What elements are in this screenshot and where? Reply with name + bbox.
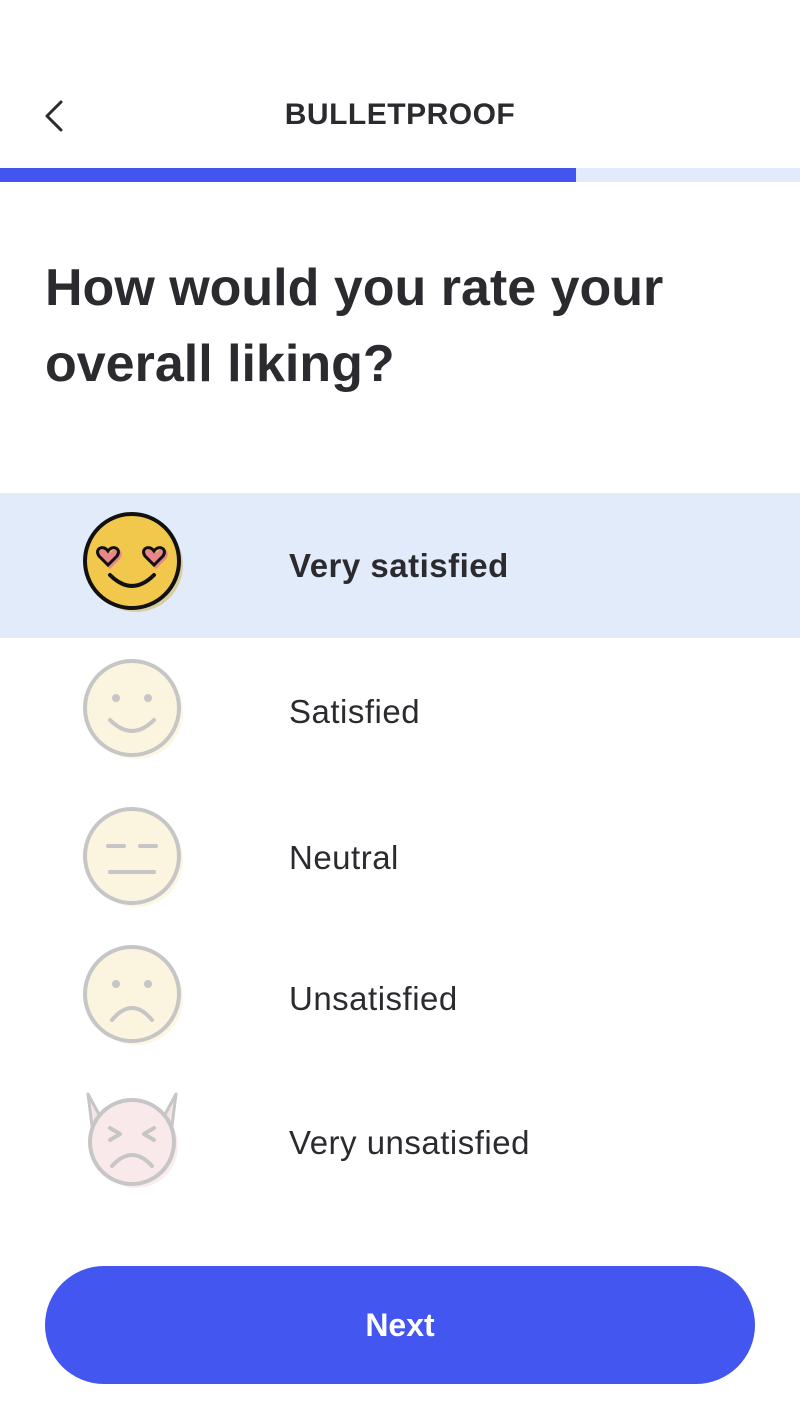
- option-label: Unsatisfied: [289, 980, 458, 1017]
- option-satisfied[interactable]: Satisfied: [0, 638, 800, 786]
- option-very-unsatisfied[interactable]: Very unsatisfied: [0, 1068, 800, 1218]
- option-unsatisfied[interactable]: Unsatisfied: [0, 930, 800, 1068]
- app-header: BULLETPROOF: [0, 0, 800, 168]
- heart-eyes-face-icon: [83, 512, 183, 612]
- progress-bar: [0, 168, 800, 182]
- option-label: Very satisfied: [289, 546, 509, 584]
- frowning-face-icon: [83, 945, 183, 1045]
- option-label: Neutral: [289, 839, 399, 876]
- progress-fill: [0, 168, 576, 182]
- smiling-face-icon: [83, 659, 183, 759]
- angry-devil-face-icon: [86, 1092, 178, 1188]
- option-very-satisfied[interactable]: Very satisfied: [0, 493, 800, 638]
- option-neutral[interactable]: Neutral: [0, 786, 800, 930]
- header-title: BULLETPROOF: [284, 98, 516, 131]
- question-title: How would you rate your overall liking?: [45, 259, 664, 393]
- option-label: Very unsatisfied: [289, 1124, 530, 1161]
- neutral-face-icon: [83, 807, 183, 907]
- option-label: Satisfied: [289, 693, 421, 730]
- rating-options: Very satisfied Satisfied Neutral Unsatis…: [0, 493, 800, 1218]
- next-button[interactable]: Next: [45, 1266, 755, 1384]
